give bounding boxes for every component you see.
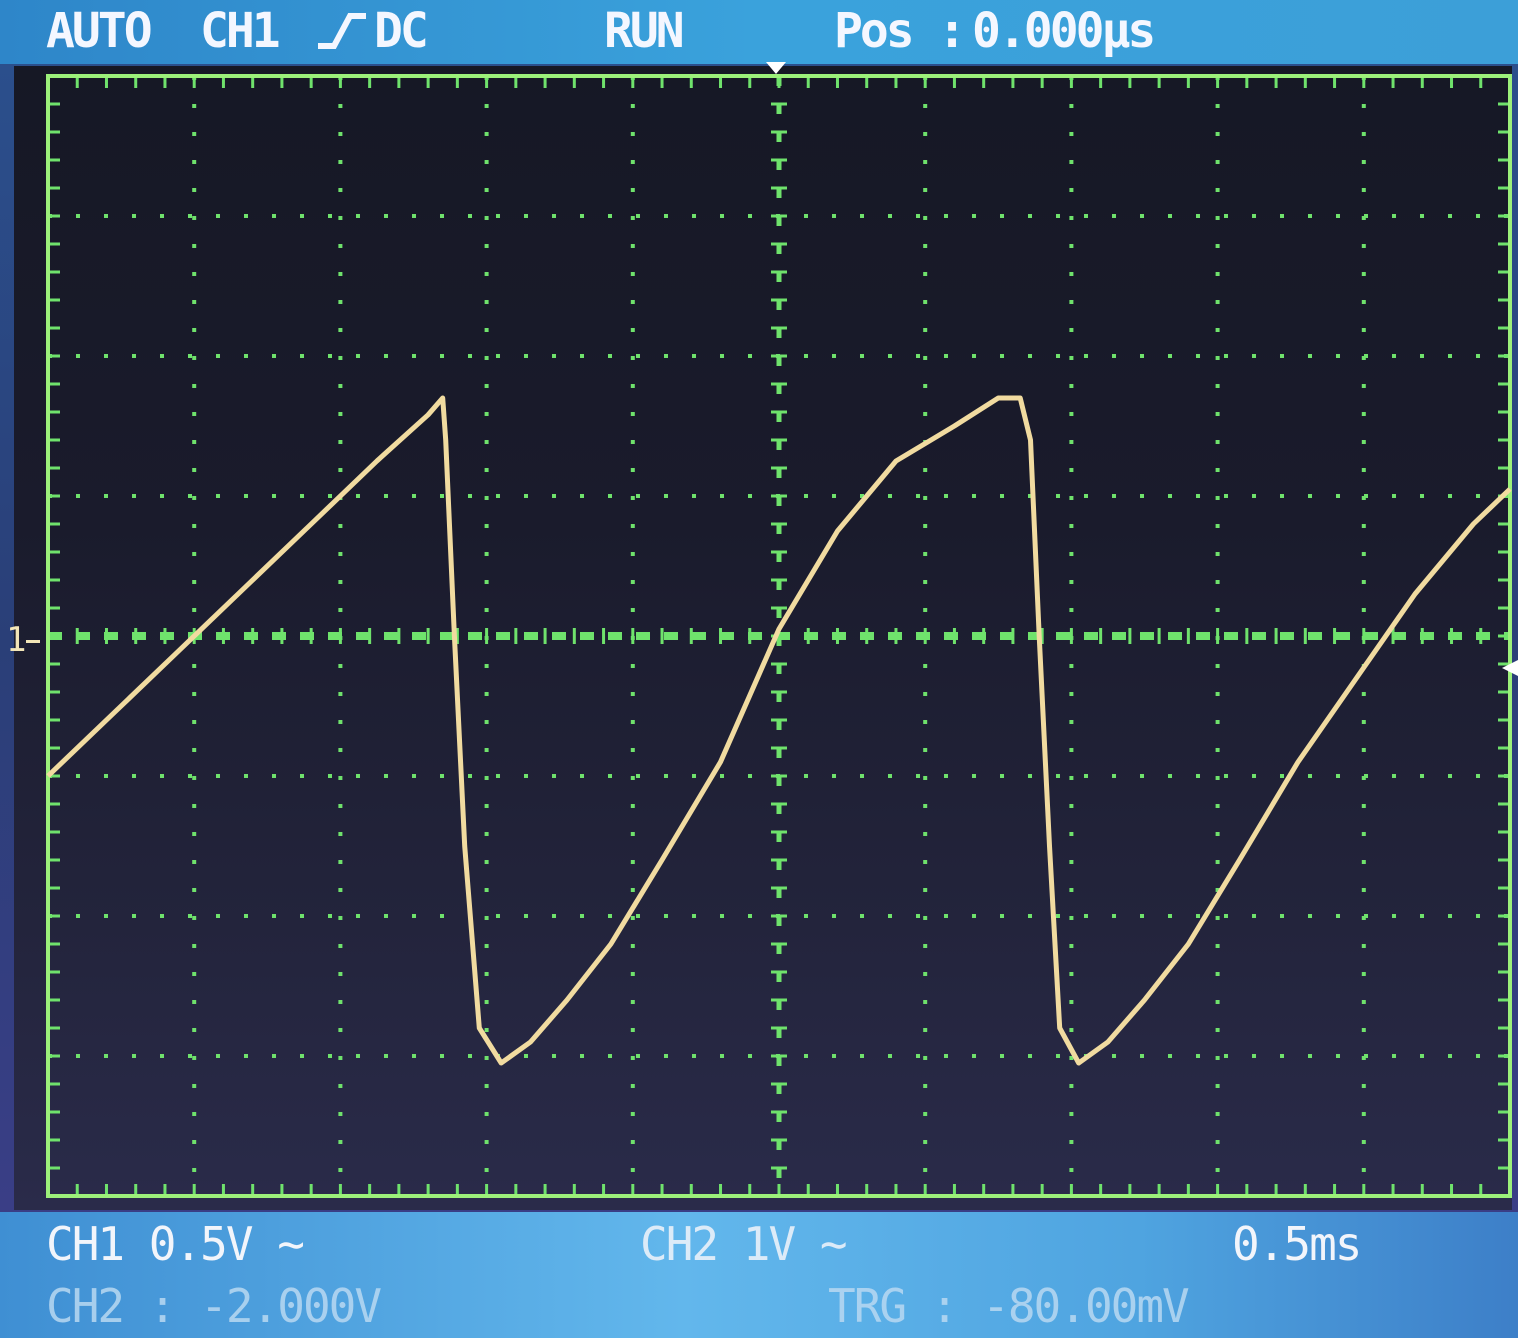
ch2-offset: CH2 : -2.000V xyxy=(46,1279,382,1333)
trigger-position-marker xyxy=(766,62,786,74)
status-footer: CH1 0.5V ∼ CH2 1V ∼ 0.5ms CH2 : -2.000V … xyxy=(0,1212,1518,1338)
scope-display xyxy=(46,62,1518,1198)
trigger-level: TRG : -80.00mV xyxy=(828,1279,1190,1333)
timebase: 0.5ms xyxy=(1232,1217,1362,1271)
ch2-scale: CH2 1V ∼ xyxy=(640,1217,848,1271)
graticule xyxy=(46,74,1512,1198)
ch1-ground-marker: 1 xyxy=(6,620,41,660)
ch1-marker-label: 1 xyxy=(6,620,27,660)
ch1-scale: CH1 0.5V ∼ xyxy=(46,1217,305,1271)
